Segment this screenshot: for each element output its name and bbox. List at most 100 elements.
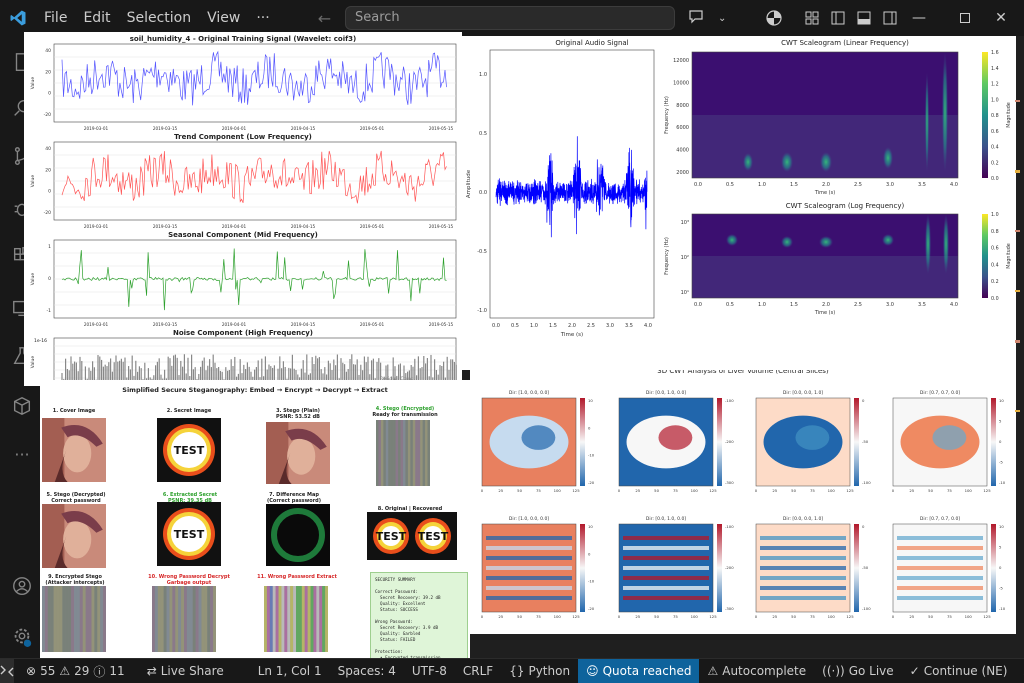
more-views-icon[interactable]: ···	[8, 440, 36, 468]
menu-more[interactable]: ···	[248, 0, 277, 36]
audio-ytick: -0.5	[477, 249, 487, 255]
manage-gear-icon[interactable]	[8, 622, 36, 650]
wrong-password-extract-strip	[310, 586, 314, 652]
toggle-panel-icon[interactable]	[856, 10, 872, 30]
cursor-position[interactable]: Ln 1, Col 1	[250, 659, 330, 683]
chevron-down-icon[interactable]: ⌄	[718, 13, 726, 24]
copilot-chat-icon[interactable]	[688, 8, 704, 28]
attacker-stego-strip	[79, 586, 83, 652]
cwt3d-r0c0-xtick: 125	[572, 488, 580, 493]
menu-edit[interactable]: Edit	[75, 0, 118, 36]
search-input[interactable]: Search	[345, 6, 675, 30]
stego-encrypted-strip	[420, 420, 423, 486]
attacker-stego-strip	[65, 586, 69, 652]
menu-file[interactable]: File	[36, 0, 75, 36]
audio-xtick: 1.5	[549, 323, 557, 329]
stego-encrypted-strip	[393, 420, 396, 486]
cwt-lin-energy-spot	[883, 147, 893, 169]
attacker-stego-strip	[56, 586, 60, 652]
warning-triangle-icon: ⚠	[707, 664, 719, 678]
stego-encrypted-strip	[405, 420, 408, 486]
cwt3d-r0c1-dir-label: Dir: [0.0, 1.0, 0.0]	[646, 390, 686, 396]
decomp-xtick: 2019-04-01	[222, 322, 247, 327]
decomp-xtick: 2019-05-15	[429, 322, 454, 327]
wrong-password-decrypt-strip	[154, 586, 158, 652]
decomp-xtick: 2019-05-01	[360, 224, 385, 229]
encoding[interactable]: UTF-8	[404, 659, 455, 683]
cwt3d-r1c2-colorbar	[854, 524, 859, 612]
indentation[interactable]: Spaces: 4	[330, 659, 404, 683]
toggle-sidebar-icon[interactable]	[830, 10, 846, 30]
notifications-bell-icon[interactable]	[1015, 659, 1024, 683]
decomp-ylabel: Value	[30, 356, 36, 369]
cwt-log-xlabel: Time (s)	[814, 310, 835, 316]
attacker-stego-strip	[85, 586, 89, 652]
minimize-button[interactable]: —	[896, 0, 942, 36]
wrong-password-decrypt-strip	[163, 586, 167, 652]
stego-encrypted-strip	[400, 420, 403, 486]
cwt-lin-xlabel: Time (s)	[814, 190, 835, 196]
accounts-pie-icon[interactable]	[766, 10, 782, 30]
accounts-icon[interactable]	[8, 572, 36, 600]
wrong-password-extract-strip	[298, 586, 302, 652]
decomp-xtick: 2019-04-15	[291, 126, 316, 131]
cwt-lin-ytick: 6000	[676, 125, 689, 131]
cwt3d-r1c3-stripe	[897, 536, 983, 540]
language-mode[interactable]: {} Python	[501, 659, 578, 683]
package-box-icon[interactable]	[8, 392, 36, 420]
stego-encrypted-strip	[378, 420, 381, 486]
status-bar: ⊗ 55 ⚠ 29 ⓘ 11 ⇄ Live Share Ln 1, Col 1 Spac…	[0, 658, 1024, 683]
cwt3d-r1c3-stripe	[897, 576, 983, 580]
cwt3d-r0c2-cbar-tick: -100	[862, 480, 871, 485]
decomp-xtick: 2019-04-15	[291, 224, 316, 229]
stego-encrypted-strip	[425, 420, 428, 486]
stego-decrypted-face	[63, 520, 92, 559]
cwt3d-r1c0-cbar-tick: 10	[588, 524, 593, 529]
quota-reached-button[interactable]: ☺ Quota reached	[578, 659, 700, 683]
cwt3d-r1c3-xtick: 75	[947, 614, 952, 619]
autocomplete-button[interactable]: ⚠ Autocomplete	[699, 659, 814, 683]
audio-xtick: 0.0	[492, 323, 500, 329]
menu-view[interactable]: View	[199, 0, 248, 36]
audio-xlabel: Time (s)	[560, 332, 583, 338]
customize-layout-icon[interactable]	[804, 10, 820, 30]
attacker-stego-strip	[76, 586, 80, 652]
cwt3d-r0c1-colorbar	[717, 398, 722, 486]
cwt3d-r0c0-xtick: 50	[517, 488, 522, 493]
cwt3d-r0c3-cbar-tick: 10	[999, 398, 1004, 403]
cwt3d-r1c2-stripe	[760, 536, 846, 540]
wrong-password-decrypt-strip	[175, 586, 179, 652]
cwt3d-r0c0-colorbar	[580, 398, 585, 486]
cwt-lin-ylabel: Frequency (Hz)	[664, 96, 670, 134]
live-share-button[interactable]: ⇄ Live Share	[139, 659, 232, 683]
decomp-ytick: -20	[44, 210, 51, 216]
cwt3d-panels: Dir: [1.0, 0.0, 0.0]0 25 50 75 100 125100-10-…	[481, 390, 1006, 619]
go-live-button[interactable]: ((·)) Go Live	[814, 659, 902, 683]
wrong-password-decrypt-strip	[172, 586, 176, 652]
close-window-button[interactable]: ✕	[978, 0, 1024, 36]
decomp-xtick: 2019-04-01	[222, 224, 247, 229]
stego-encrypted-strip	[407, 420, 411, 486]
cwt3d-r1c0-stripe	[486, 566, 572, 570]
quota-label: Quota reached	[602, 664, 692, 678]
back-arrow-icon[interactable]: ←	[318, 9, 331, 28]
cwt3d-r1c2-cbar-tick: 0	[862, 524, 865, 529]
continue-button[interactable]: ✓ Continue (NE)	[902, 659, 1016, 683]
minimap[interactable]	[1012, 80, 1024, 480]
cwt-log-energy-spot	[882, 234, 894, 246]
stego-encrypted-strip	[410, 420, 413, 486]
wrong-password-extract-strip	[272, 586, 276, 652]
attacker-stego-strip	[47, 586, 51, 652]
cwt3d-r1c3-xtick: 50	[928, 614, 933, 619]
remote-indicator[interactable]	[0, 659, 14, 683]
cwt3d-r1c1-stripe	[623, 536, 709, 540]
cwt3d-r1c0-xtick: 125	[572, 614, 580, 619]
problems-indicator[interactable]: ⊗ 55 ⚠ 29 ⓘ 11	[18, 659, 133, 683]
cwt3d-r1c3-dir-label: Dir: [0.7, 0.7, 0.0]	[920, 516, 960, 522]
cwt-log-energy-spot	[925, 214, 931, 274]
cwt-lin-cbar-tick: 0.4	[991, 145, 999, 151]
menu-selection[interactable]: Selection	[119, 0, 200, 36]
end-of-line[interactable]: CRLF	[455, 659, 501, 683]
go-live-label: Go Live	[848, 664, 894, 678]
cwt3d-r1c2-xtick: 100	[828, 614, 836, 619]
